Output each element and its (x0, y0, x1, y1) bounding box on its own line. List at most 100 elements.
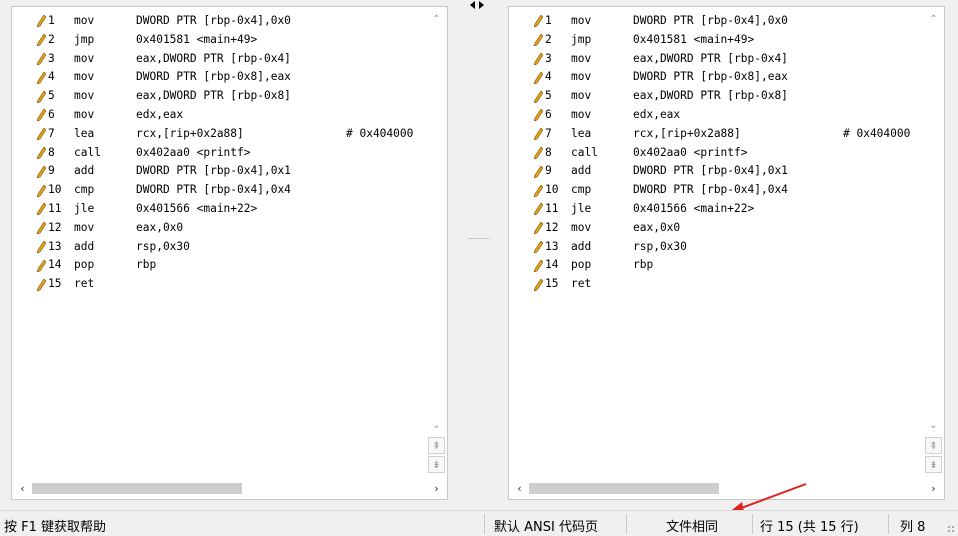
line-number: 14 (48, 258, 62, 272)
operands: 0x401581 <main+49> (136, 32, 258, 46)
line-number: 4 (48, 70, 55, 84)
left-hscroll-thumb[interactable] (32, 483, 242, 494)
code-line[interactable]: 11 jle 0x401566 <main+22> (531, 200, 922, 219)
code-line[interactable]: 8 call 0x402aa0 <printf> (531, 144, 922, 163)
code-line[interactable]: 1 mov DWORD PTR [rbp-0x4],0x0 (531, 12, 922, 31)
right-vertical-scrollbar[interactable]: ⌃ ⌄ ⇞ ⇟ (925, 9, 942, 479)
line-number: 14 (545, 258, 559, 272)
code-line[interactable]: 6 mov edx,eax (34, 106, 425, 125)
left-code-pane[interactable]: 1 mov DWORD PTR [rbp-0x4],0x0 2 jmp 0x401581 … (11, 6, 448, 500)
pencil-icon (34, 68, 48, 87)
line-number: 12 (545, 220, 559, 234)
right-hscroll-thumb[interactable] (529, 483, 719, 494)
mnemonic: jle (74, 201, 95, 215)
scroll-down-icon[interactable]: ⌄ (925, 417, 942, 434)
mnemonic: call (74, 145, 101, 159)
code-line[interactable]: 3 mov eax,DWORD PTR [rbp-0x4] (34, 50, 425, 69)
scroll-left-icon[interactable]: ‹ (511, 480, 528, 497)
line-number: 2 (545, 32, 552, 46)
prev-diff-icon[interactable]: ⇞ (925, 437, 942, 454)
code-line[interactable]: 13 add rsp,0x30 (531, 238, 922, 257)
prev-diff-icon[interactable]: ⇞ (428, 437, 445, 454)
scroll-left-icon[interactable]: ‹ (14, 480, 31, 497)
next-diff-icon[interactable]: ⇟ (428, 456, 445, 473)
code-line[interactable]: 13 add rsp,0x30 (34, 238, 425, 257)
pencil-icon (34, 181, 48, 200)
line-number: 11 (48, 201, 62, 215)
left-horizontal-scrollbar[interactable]: ‹ › (14, 480, 445, 497)
code-line[interactable]: 4 mov DWORD PTR [rbp-0x8],eax (34, 68, 425, 87)
scroll-down-icon[interactable]: ⌄ (428, 417, 445, 434)
line-number: 9 (48, 164, 55, 178)
pencil-icon (531, 50, 545, 69)
code-line[interactable]: 14 pop rbp (531, 256, 922, 275)
scroll-right-icon[interactable]: › (428, 480, 445, 497)
mnemonic: mov (74, 107, 95, 121)
code-line[interactable]: 4 mov DWORD PTR [rbp-0x8],eax (531, 68, 922, 87)
code-line[interactable]: 7 lea rcx,[rip+0x2a88] # 0x404000 (531, 125, 922, 144)
mnemonic: ret (571, 277, 592, 291)
code-line[interactable]: 10 cmp DWORD PTR [rbp-0x4],0x4 (34, 181, 425, 200)
code-line[interactable]: 7 lea rcx,[rip+0x2a88] # 0x404000 (34, 125, 425, 144)
scroll-right-icon[interactable]: › (925, 480, 942, 497)
code-line[interactable]: 2 jmp 0x401581 <main+49> (531, 31, 922, 50)
code-line[interactable]: 9 add DWORD PTR [rbp-0x4],0x1 (531, 162, 922, 181)
status-compare-result: 文件相同 (666, 520, 719, 535)
code-line[interactable]: 12 mov eax,0x0 (34, 219, 425, 238)
mnemonic: mov (571, 89, 592, 103)
mnemonic: add (571, 164, 592, 178)
operands: eax,DWORD PTR [rbp-0x8] (633, 89, 788, 103)
splitter-arrows-icon[interactable] (470, 0, 484, 13)
right-code-pane[interactable]: 1 mov DWORD PTR [rbp-0x4],0x0 2 jmp 0x401581 … (508, 6, 945, 500)
operands: rcx,[rip+0x2a88] (633, 126, 741, 140)
status-encoding: 默认 ANSI 代码页 (494, 520, 598, 535)
mnemonic: call (571, 145, 598, 159)
scroll-up-icon[interactable]: ⌃ (428, 11, 445, 28)
operands: eax,DWORD PTR [rbp-0x8] (136, 89, 291, 103)
code-line[interactable]: 8 call 0x402aa0 <printf> (34, 144, 425, 163)
pencil-icon (34, 12, 48, 31)
code-line[interactable]: 14 pop rbp (34, 256, 425, 275)
operands: eax,0x0 (633, 220, 681, 234)
pencil-icon (34, 125, 48, 144)
pencil-icon (34, 31, 48, 50)
code-line[interactable]: 3 mov eax,DWORD PTR [rbp-0x4] (531, 50, 922, 69)
operands: DWORD PTR [rbp-0x4],0x4 (136, 183, 291, 197)
code-line[interactable]: 1 mov DWORD PTR [rbp-0x4],0x0 (34, 12, 425, 31)
scroll-up-icon[interactable]: ⌃ (925, 11, 942, 28)
code-line[interactable]: 10 cmp DWORD PTR [rbp-0x4],0x4 (531, 181, 922, 200)
resize-grip-icon[interactable] (947, 525, 955, 533)
pencil-icon (34, 106, 48, 125)
mnemonic: lea (74, 126, 95, 140)
pencil-icon (531, 256, 545, 275)
comment: # 0x404000 (346, 126, 414, 140)
operands: rbp (136, 258, 157, 272)
code-line[interactable]: 2 jmp 0x401581 <main+49> (34, 31, 425, 50)
operands: edx,eax (136, 107, 184, 121)
code-line[interactable]: 15 ret (34, 275, 425, 294)
line-number: 12 (48, 220, 62, 234)
operands (633, 275, 843, 294)
code-line[interactable]: 11 jle 0x401566 <main+22> (34, 200, 425, 219)
line-number: 1 (48, 14, 55, 27)
code-line[interactable]: 6 mov edx,eax (531, 106, 922, 125)
line-number: 3 (545, 51, 552, 65)
mnemonic: cmp (74, 183, 95, 197)
code-line[interactable]: 9 add DWORD PTR [rbp-0x4],0x1 (34, 162, 425, 181)
code-line[interactable]: 12 mov eax,0x0 (531, 219, 922, 238)
code-line[interactable]: 5 mov eax,DWORD PTR [rbp-0x8] (531, 87, 922, 106)
pane-splitter[interactable] (468, 238, 490, 245)
code-line[interactable]: 5 mov eax,DWORD PTR [rbp-0x8] (34, 87, 425, 106)
next-diff-icon[interactable]: ⇟ (925, 456, 942, 473)
operands: eax,DWORD PTR [rbp-0x4] (633, 51, 788, 65)
pencil-icon (531, 12, 545, 31)
pencil-icon (34, 87, 48, 106)
pencil-icon (531, 200, 545, 219)
operands: 0x402aa0 <printf> (633, 145, 748, 159)
mnemonic: mov (74, 51, 95, 65)
code-line[interactable]: 15 ret (531, 275, 922, 294)
pencil-icon (531, 275, 545, 294)
left-vertical-scrollbar[interactable]: ⌃ ⌄ ⇞ ⇟ (428, 9, 445, 479)
line-number: 11 (545, 201, 559, 215)
mnemonic: add (74, 239, 95, 253)
